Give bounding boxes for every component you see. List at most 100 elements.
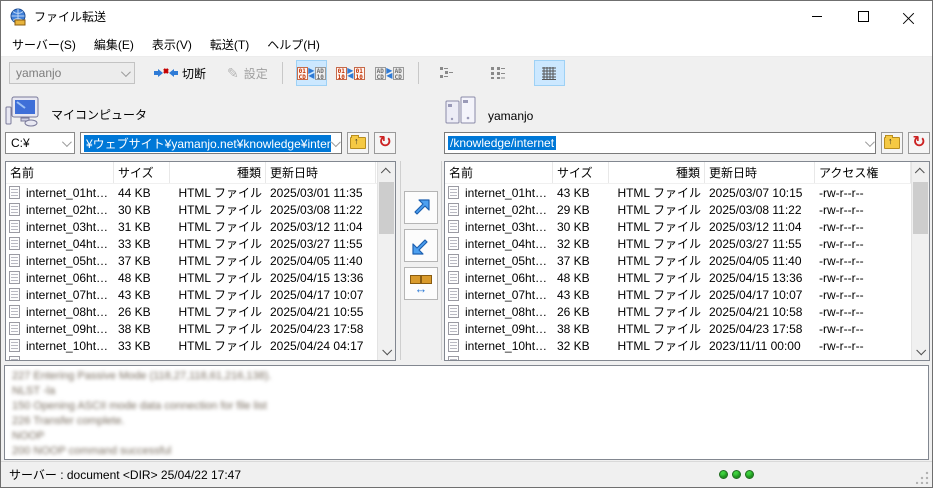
- file-icon: [445, 322, 461, 335]
- column-header-4[interactable]: アクセス権: [815, 162, 911, 183]
- file-row[interactable]: internet_06ht… 48 KB HTML ファイル 2025/04/15 1…: [6, 269, 395, 286]
- menu-item-0[interactable]: サーバー(S): [3, 33, 85, 56]
- log-line: 150 Opening ASCII mode data connection f…: [12, 400, 267, 412]
- view-tree-large-button[interactable]: [483, 60, 514, 86]
- chevron-down-icon: [864, 136, 875, 147]
- app-window: ファイル転送 サーバー(S) 編集(E) 表示(V) 転送(T) ヘルプ(H) yama…: [0, 0, 933, 488]
- transfer-mode-ascii-button[interactable]: 01 10 ▶ ◀ 01 10: [335, 60, 366, 86]
- folder-up-icon: [350, 135, 366, 149]
- disconnect-button[interactable]: 切断: [149, 62, 211, 85]
- file-row[interactable]: internet_04ht… 33 KB HTML ファイル 2025/03/27 1…: [6, 235, 395, 252]
- close-button[interactable]: [886, 1, 932, 32]
- host-select[interactable]: yamanjo: [9, 62, 135, 84]
- column-header-2[interactable]: 種類: [609, 162, 705, 183]
- local-path-input[interactable]: ¥ウェブサイト¥yamanjo.net¥knowledge¥internet: [80, 132, 342, 154]
- cell-name: internet_03ht…: [26, 219, 109, 234]
- file-row[interactable]: internet_09ht… 38 KB HTML ファイル 2025/04/23 1…: [6, 320, 395, 337]
- cell-date: 2025/04/05 11:40: [709, 253, 802, 268]
- upload-button[interactable]: [404, 191, 438, 224]
- cell-name: internet_06ht…: [26, 270, 109, 285]
- file-row[interactable]: internet_07ht… 43 KB HTML ファイル 2025/04/17 1…: [6, 286, 395, 303]
- edit-settings-icon[interactable]: ✎: [227, 65, 239, 82]
- file-row[interactable]: internet_01ht… 43 KB HTML ファイル 2025/03/07 1…: [445, 184, 929, 201]
- cell-perm: -rw-r--r--: [819, 185, 864, 200]
- menu-item-2[interactable]: 表示(V): [143, 33, 201, 56]
- file-row[interactable]: internet_04ht… 32 KB HTML ファイル 2025/03/27 1…: [445, 235, 929, 252]
- transfer-log[interactable]: 227 Entering Passive Mode (118,27,118,61…: [4, 365, 929, 460]
- status-light: [745, 470, 754, 479]
- cell-size: 26 KB: [118, 304, 151, 319]
- column-header-0[interactable]: 名前: [6, 162, 114, 183]
- menu-item-4[interactable]: ヘルプ(H): [258, 33, 329, 56]
- transfer-mode-binary-button[interactable]: AD CD ▶ ◀ AD CD: [374, 60, 405, 86]
- file-row[interactable]: internet_08ht… 26 KB HTML ファイル 2025/04/21 1…: [6, 303, 395, 320]
- file-row[interactable]: internet_05ht… 37 KB HTML ファイル 2025/04/05 1…: [445, 252, 929, 269]
- drive-select[interactable]: C:¥: [5, 132, 75, 154]
- file-row[interactable]: internet_09ht… 38 KB HTML ファイル 2025/04/23 1…: [445, 320, 929, 337]
- cell-type: HTML ファイル: [617, 254, 701, 268]
- maximize-button[interactable]: [840, 1, 886, 32]
- menu-item-1[interactable]: 編集(E): [85, 33, 143, 56]
- transfer-mode-auto-button[interactable]: 01 CD ▶ ◀ AD 10: [295, 60, 327, 86]
- column-header-0[interactable]: 名前: [445, 162, 553, 183]
- local-up-folder-button[interactable]: [347, 132, 369, 154]
- log-line: NOOP: [12, 430, 45, 442]
- file-row[interactable]: internet_02ht… 30 KB HTML ファイル 2025/03/08 1…: [6, 201, 395, 218]
- disconnect-icon: [154, 68, 178, 77]
- resize-grip[interactable]: [916, 471, 929, 484]
- scroll-thumb[interactable]: [379, 182, 394, 234]
- panel-divider: [400, 161, 401, 360]
- cell-size: 37 KB: [118, 253, 151, 268]
- disconnect-label: 切断: [182, 66, 207, 81]
- remote-up-folder-button[interactable]: [881, 132, 903, 154]
- scroll-up-icon[interactable]: [378, 162, 395, 178]
- transfer-mode-glyph: AD CD: [392, 66, 404, 81]
- column-header-1[interactable]: サイズ: [114, 162, 170, 183]
- chevron-down-icon: [61, 136, 72, 147]
- column-header-1[interactable]: サイズ: [553, 162, 609, 183]
- minimize-button[interactable]: [794, 1, 840, 32]
- remote-refresh-button[interactable]: ↻: [908, 132, 930, 154]
- cell-name: internet_10ht…: [26, 338, 109, 353]
- view-detail-button[interactable]: [533, 60, 565, 86]
- download-button[interactable]: [404, 229, 438, 262]
- cell-perm: -rw-r--r--: [819, 338, 864, 353]
- file-row[interactable]: internet_02ht… 29 KB HTML ファイル 2025/03/08 1…: [445, 201, 929, 218]
- file-row[interactable]: internet_01ht… 44 KB HTML ファイル 2025/03/01 1…: [6, 184, 395, 201]
- remote-path-input[interactable]: /knowledge/internet: [444, 132, 876, 154]
- cell-size: 44 KB: [118, 185, 151, 200]
- local-scrollbar[interactable]: [377, 162, 395, 360]
- file-icon: [6, 271, 22, 284]
- cell-type: HTML ファイル: [178, 186, 262, 200]
- transfer-mode-glyph: 01 CD: [296, 66, 308, 81]
- cell-date: 2025/03/08 11:22: [270, 202, 363, 217]
- menu-bar: サーバー(S) 編集(E) 表示(V) 転送(T) ヘルプ(H): [1, 32, 932, 57]
- cell-type: HTML ファイル: [178, 237, 262, 251]
- column-header-3[interactable]: 更新日時: [266, 162, 376, 183]
- scroll-up-icon[interactable]: [912, 162, 929, 178]
- remote-scrollbar[interactable]: [911, 162, 929, 360]
- cell-name: internet_04ht…: [465, 236, 548, 251]
- view-tree-small-button[interactable]: [432, 60, 463, 86]
- file-row[interactable]: internet_08ht… 26 KB HTML ファイル 2025/04/21 1…: [445, 303, 929, 320]
- file-row[interactable]: internet_06ht… 48 KB HTML ファイル 2025/04/15 1…: [445, 269, 929, 286]
- settings-button[interactable]: 設定: [239, 62, 273, 85]
- local-refresh-button[interactable]: ↻: [374, 132, 396, 154]
- column-header-3[interactable]: 更新日時: [705, 162, 815, 183]
- title-bar: ファイル転送: [1, 1, 932, 32]
- scroll-down-icon[interactable]: [378, 344, 395, 360]
- file-row[interactable]: internet_03ht… 30 KB HTML ファイル 2025/03/12 1…: [445, 218, 929, 235]
- scroll-down-icon[interactable]: [912, 344, 929, 360]
- local-panel-title: マイコンピュータ: [51, 108, 148, 122]
- file-row[interactable]: internet_05ht… 37 KB HTML ファイル 2025/04/05 1…: [6, 252, 395, 269]
- cell-date: 2025/03/01 11:35: [270, 185, 363, 200]
- file-row[interactable]: internet_10ht… 32 KB HTML ファイル 2023/11/11 0…: [445, 337, 929, 354]
- mirror-button[interactable]: ↔: [404, 267, 438, 300]
- menu-item-3[interactable]: 転送(T): [201, 33, 258, 56]
- file-row[interactable]: internet_07ht… 43 KB HTML ファイル 2025/04/17 1…: [445, 286, 929, 303]
- file-row[interactable]: internet_10ht… 33 KB HTML ファイル 2025/04/24 0…: [6, 337, 395, 354]
- file-row[interactable]: internet_03ht… 31 KB HTML ファイル 2025/03/12 1…: [6, 218, 395, 235]
- column-header-2[interactable]: 種類: [170, 162, 266, 183]
- scroll-thumb[interactable]: [913, 182, 928, 234]
- refresh-icon: ↻: [912, 134, 926, 151]
